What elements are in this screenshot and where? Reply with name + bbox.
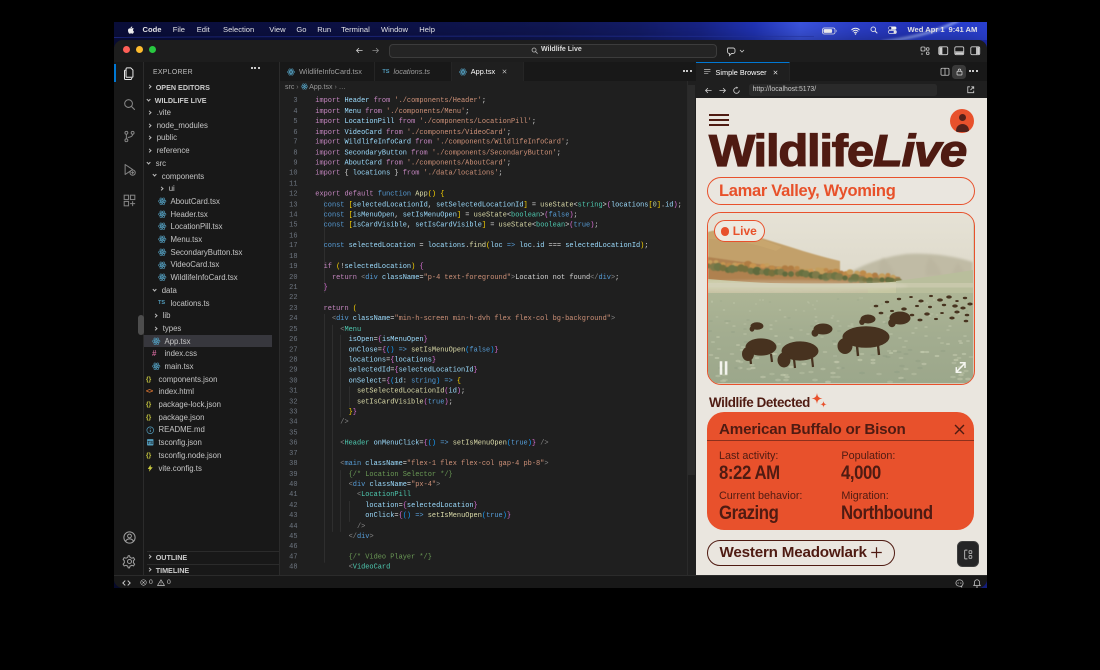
svg-text:TS: TS (148, 440, 154, 445)
